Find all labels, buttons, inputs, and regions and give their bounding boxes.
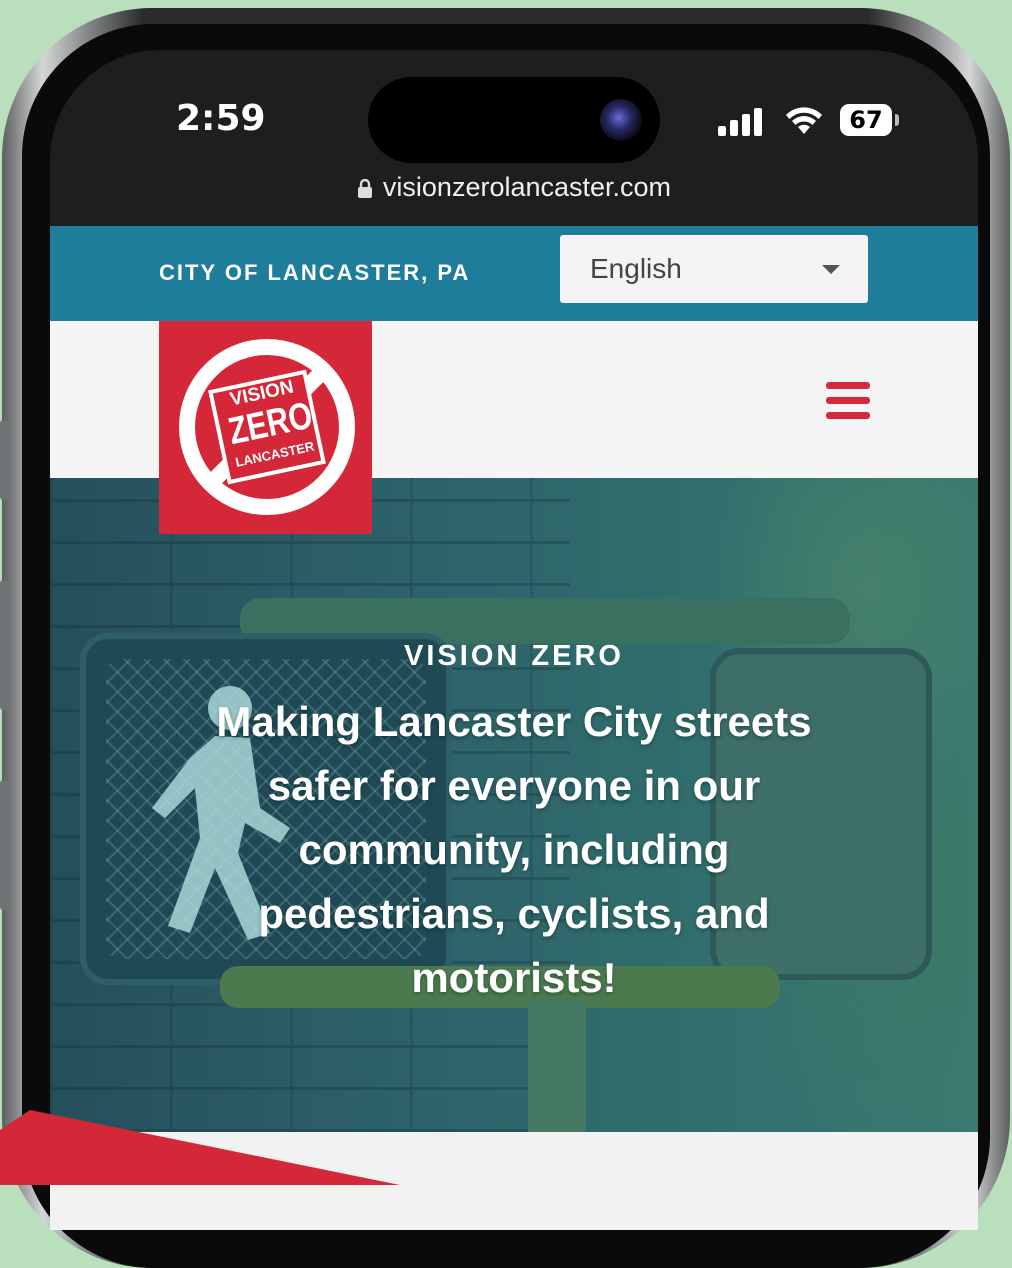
language-selected: English (590, 253, 682, 284)
vision-zero-logo[interactable]: VISION ZERO LANCASTER (159, 321, 372, 534)
site-topbar: CITY OF LANCASTER, PA English (50, 226, 978, 321)
hero-section: VISION ZERO Making Lancaster City street… (50, 478, 978, 1132)
logo-text-group: VISION ZERO LANCASTER (139, 301, 392, 554)
language-select[interactable]: English (560, 235, 868, 303)
camera-icon (600, 99, 642, 141)
city-link[interactable]: CITY OF LANCASTER, PA (159, 260, 470, 286)
dynamic-island (368, 77, 660, 163)
hero-title: Making Lancaster City streets safer for … (216, 698, 812, 1001)
hamburger-menu-icon[interactable] (826, 382, 870, 419)
hero-background-pole (528, 998, 586, 1132)
battery-icon: 67 (840, 104, 892, 136)
cellular-signal-icon (718, 108, 766, 136)
status-time: 2:59 (176, 98, 266, 139)
battery-tip (895, 114, 899, 126)
side-button (0, 780, 8, 910)
side-button (0, 580, 8, 710)
address-bar[interactable]: visionzerolancaster.com (50, 172, 978, 203)
url-text: visionzerolancaster.com (382, 172, 672, 202)
hero-kicker: VISION ZERO (404, 640, 624, 672)
chevron-down-icon (822, 265, 840, 274)
phone-screen: 2:59 67 visionzerolancaster.com CITY OF … (50, 50, 978, 1230)
wifi-icon (786, 107, 822, 134)
decorative-swoosh (0, 1110, 400, 1185)
lock-icon (357, 178, 372, 198)
side-button (0, 420, 8, 500)
